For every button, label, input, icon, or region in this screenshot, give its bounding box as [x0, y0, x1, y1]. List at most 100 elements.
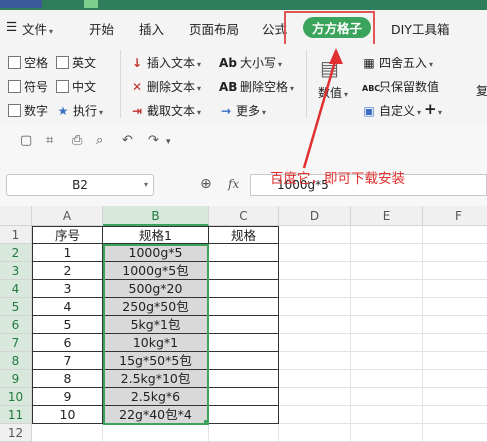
- fx-icon[interactable]: fx: [228, 177, 239, 191]
- copy-button[interactable]: 复: [476, 82, 487, 99]
- cell-c9[interactable]: [209, 370, 279, 388]
- format-painter-icon[interactable]: ⌗: [46, 133, 53, 148]
- row-header-6[interactable]: 6: [0, 316, 32, 334]
- column-header-e[interactable]: E: [351, 206, 423, 226]
- column-header-b[interactable]: B: [103, 206, 209, 226]
- cell-empty[interactable]: [423, 388, 487, 406]
- cell-empty[interactable]: [279, 280, 351, 298]
- cell-b1[interactable]: 规格1: [103, 226, 209, 244]
- cell-empty[interactable]: [279, 406, 351, 424]
- checkbox-space[interactable]: 空格: [8, 54, 48, 71]
- chevron-down-icon[interactable]: ▾: [144, 175, 148, 195]
- column-header-a[interactable]: A: [32, 206, 103, 226]
- row-header-1[interactable]: 1: [0, 226, 32, 244]
- cell-empty[interactable]: [351, 262, 423, 280]
- row-header-4[interactable]: 4: [0, 280, 32, 298]
- checkbox-box[interactable]: [56, 80, 69, 93]
- fill-handle[interactable]: [204, 420, 209, 425]
- cell-a8[interactable]: 7: [32, 352, 103, 370]
- cell-empty[interactable]: [351, 424, 423, 442]
- cell-empty[interactable]: [423, 244, 487, 262]
- checkbox-box[interactable]: [56, 56, 69, 69]
- cell-c10[interactable]: [209, 388, 279, 406]
- zoom-search-icon[interactable]: ⊕: [200, 176, 212, 192]
- redo-icon[interactable]: ↷: [148, 133, 159, 148]
- more-button[interactable]: → 更多 ▾: [219, 102, 266, 119]
- row-header-11[interactable]: 11: [0, 406, 32, 424]
- row-header-8[interactable]: 8: [0, 352, 32, 370]
- cell-c5[interactable]: [209, 298, 279, 316]
- cell-empty[interactable]: [423, 262, 487, 280]
- print-preview-icon[interactable]: ⌕: [96, 133, 103, 148]
- row-header-7[interactable]: 7: [0, 334, 32, 352]
- insert-text-button[interactable]: ↓ 插入文本 ▾: [130, 54, 201, 71]
- tab-home[interactable]: 开始: [89, 19, 114, 38]
- print-icon[interactable]: ⎙: [72, 133, 82, 148]
- cell-empty[interactable]: [209, 424, 279, 442]
- column-header-f[interactable]: F: [423, 206, 487, 226]
- row-header-2[interactable]: 2: [0, 244, 32, 262]
- checkbox-chinese[interactable]: 中文: [56, 78, 96, 95]
- cell-c11[interactable]: [209, 406, 279, 424]
- tab-page-layout[interactable]: 页面布局: [189, 19, 239, 38]
- extract-text-button[interactable]: ⇥ 截取文本 ▾: [130, 102, 201, 119]
- cell-empty[interactable]: [279, 370, 351, 388]
- checkbox-number[interactable]: 数字: [8, 102, 48, 119]
- add-dropdown-icon[interactable]: ▾: [436, 104, 442, 118]
- cell-empty[interactable]: [279, 388, 351, 406]
- cell-empty[interactable]: [351, 226, 423, 244]
- cell-a7[interactable]: 6: [32, 334, 103, 352]
- cell-empty[interactable]: [279, 226, 351, 244]
- tab-file[interactable]: 文件 ▾: [22, 19, 53, 38]
- undo-icon[interactable]: ↶: [122, 133, 133, 148]
- cell-empty[interactable]: [351, 370, 423, 388]
- cell-empty[interactable]: [32, 424, 103, 442]
- row-header-12[interactable]: 12: [0, 424, 32, 442]
- cell-empty[interactable]: [423, 226, 487, 244]
- cell-c2[interactable]: [209, 244, 279, 262]
- case-button[interactable]: Ab 大小写 ▾: [219, 54, 282, 71]
- tab-insert[interactable]: 插入: [139, 19, 164, 38]
- cell-empty[interactable]: [279, 298, 351, 316]
- custom-button[interactable]: ▣ 自定义 ▾: [362, 102, 421, 119]
- checkbox-symbol[interactable]: 符号: [8, 78, 48, 95]
- cell-c8[interactable]: [209, 352, 279, 370]
- cell-empty[interactable]: [279, 352, 351, 370]
- save-icon[interactable]: ▢: [20, 133, 32, 148]
- cell-empty[interactable]: [351, 334, 423, 352]
- cell-a10[interactable]: 9: [32, 388, 103, 406]
- cell-empty[interactable]: [279, 424, 351, 442]
- row-header-5[interactable]: 5: [0, 298, 32, 316]
- column-header-d[interactable]: D: [279, 206, 351, 226]
- cell-empty[interactable]: [423, 298, 487, 316]
- cell-empty[interactable]: [423, 406, 487, 424]
- cell-a4[interactable]: 3: [32, 280, 103, 298]
- cell-empty[interactable]: [351, 298, 423, 316]
- keep-value-button[interactable]: ABC只保留数值: [362, 78, 439, 95]
- checkbox-box[interactable]: [8, 104, 21, 117]
- select-all-corner[interactable]: [0, 206, 32, 226]
- cell-empty[interactable]: [423, 424, 487, 442]
- delete-space-button[interactable]: AB 删除空格 ▾: [219, 78, 294, 95]
- round-button[interactable]: ▦ 四舍五入 ▾: [362, 54, 433, 71]
- checkbox-box[interactable]: [8, 56, 21, 69]
- chevron-down-icon[interactable]: ▾: [166, 137, 171, 147]
- cell-empty[interactable]: [423, 280, 487, 298]
- cell-empty[interactable]: [423, 334, 487, 352]
- cell-a2[interactable]: 1: [32, 244, 103, 262]
- cell-c4[interactable]: [209, 280, 279, 298]
- cell-empty[interactable]: [103, 424, 209, 442]
- cell-c1[interactable]: 规格: [209, 226, 279, 244]
- cell-a6[interactable]: 5: [32, 316, 103, 334]
- cell-empty[interactable]: [423, 316, 487, 334]
- cell-c7[interactable]: [209, 334, 279, 352]
- cell-empty[interactable]: [351, 388, 423, 406]
- checkbox-box[interactable]: [8, 80, 21, 93]
- cell-c6[interactable]: [209, 316, 279, 334]
- cell-c3[interactable]: [209, 262, 279, 280]
- row-header-10[interactable]: 10: [0, 388, 32, 406]
- delete-text-button[interactable]: ✕ 删除文本 ▾: [130, 78, 201, 95]
- add-button[interactable]: +: [424, 100, 437, 118]
- cell-empty[interactable]: [351, 406, 423, 424]
- cell-a5[interactable]: 4: [32, 298, 103, 316]
